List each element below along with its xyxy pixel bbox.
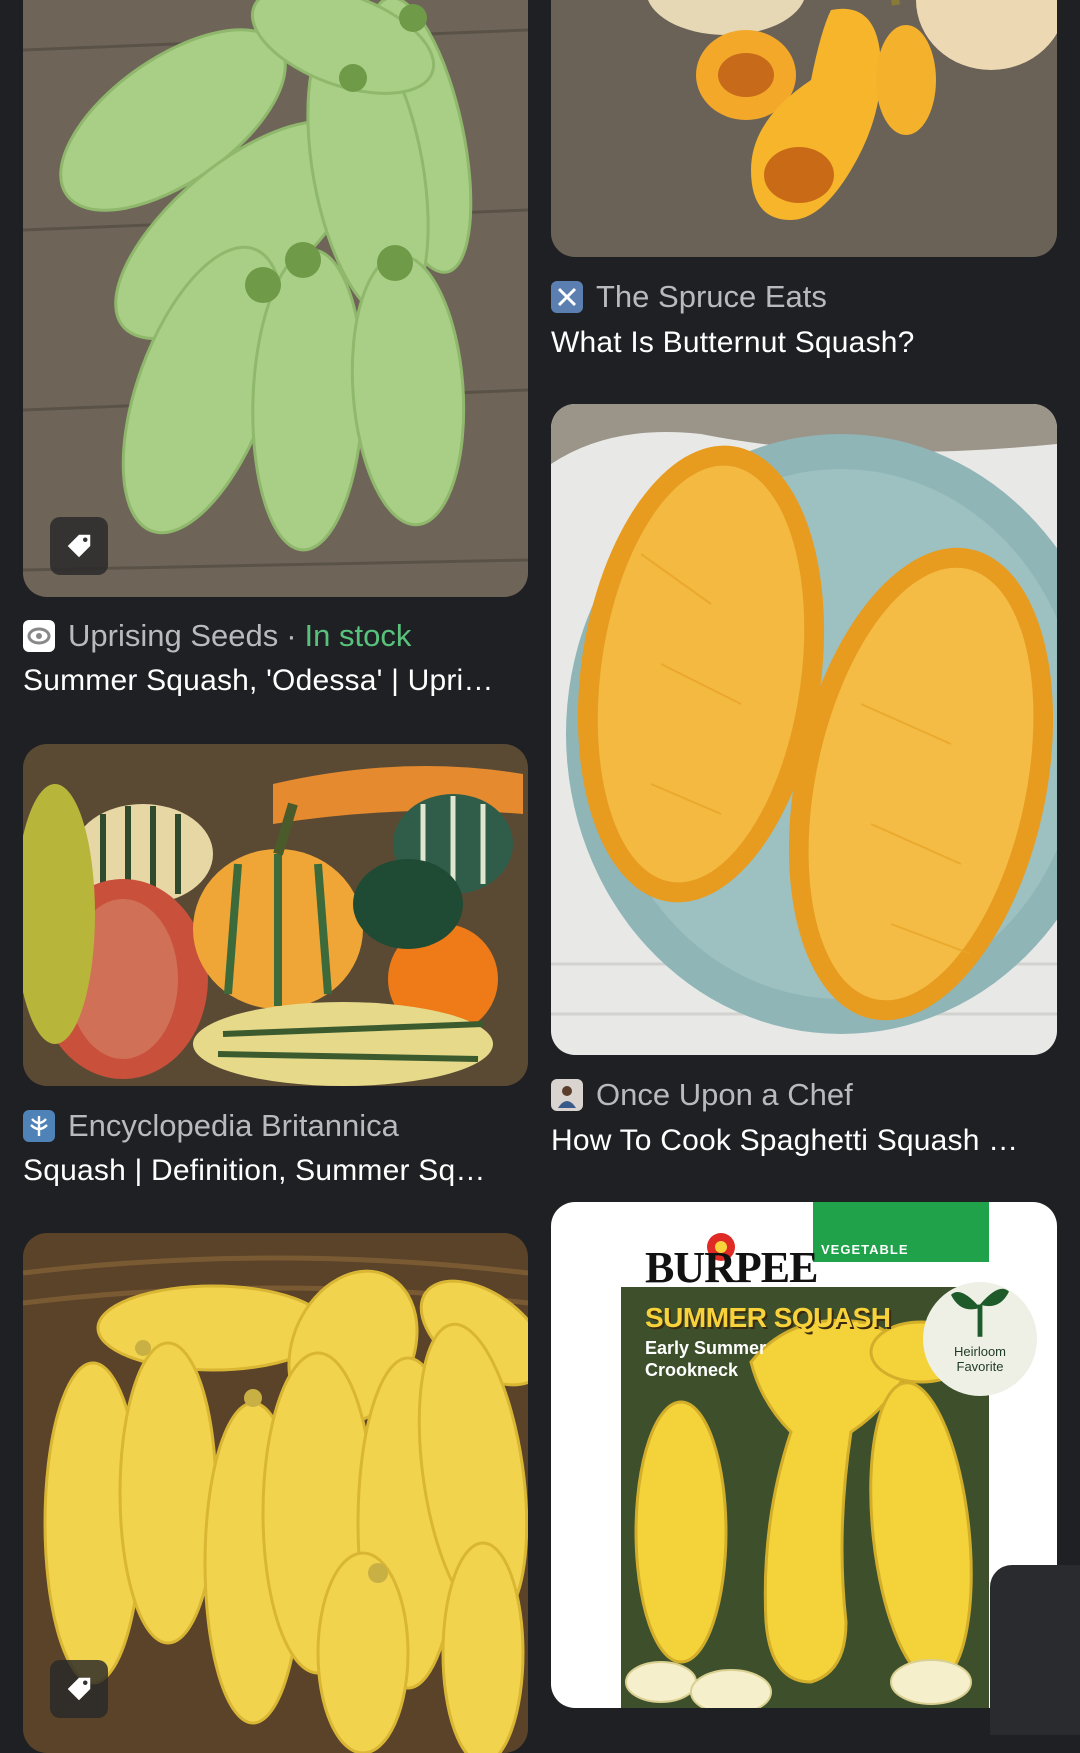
price-tag-icon — [67, 534, 91, 558]
result-image-britannica[interactable] — [23, 744, 528, 1086]
result-title-britannica[interactable]: Squash | Definition, Summer Sq… — [23, 1154, 528, 1188]
source-name: Encyclopedia Britannica — [68, 1108, 399, 1143]
brand-logo: BURPEE — [645, 1243, 818, 1292]
uprising-seeds-favicon — [23, 620, 55, 652]
separator-dot: · — [286, 618, 297, 653]
zucchini-image — [23, 0, 528, 597]
spruce-eats-favicon — [551, 281, 583, 313]
seed-packet: BURPEE VEGETABLE SUMMER SQUASH Early Sum… — [621, 1202, 1037, 1708]
source-name: Once Upon a Chef — [596, 1077, 853, 1112]
result-image-burpee[interactable]: BURPEE VEGETABLE SUMMER SQUASH Early Sum… — [551, 1202, 1057, 1708]
butternut-squash-image — [551, 0, 1057, 257]
result-source-britannica[interactable]: Encyclopedia Britannica — [23, 1108, 399, 1144]
britannica-favicon — [23, 1110, 55, 1142]
category-label: VEGETABLE — [821, 1242, 909, 1257]
heirloom-badge: Heirloom Favorite — [923, 1282, 1037, 1396]
result-image-butternut[interactable] — [551, 0, 1057, 257]
result-source-butternut[interactable]: The Spruce Eats — [551, 279, 827, 315]
variety-line-2: Crookneck — [645, 1360, 739, 1380]
spaghetti-squash-image — [551, 404, 1057, 1055]
squash-variety-image — [23, 744, 528, 1086]
source-name: The Spruce Eats — [596, 279, 827, 314]
variety-line-1: Early Summer — [645, 1338, 767, 1358]
result-source-spaghetti[interactable]: Once Upon a Chef — [551, 1077, 853, 1113]
badge-line-2: Favorite — [956, 1359, 1004, 1374]
once-upon-a-chef-favicon — [551, 1079, 583, 1111]
result-source-odessa[interactable]: Uprising Seeds · In stock — [23, 618, 411, 654]
shopping-tag-badge[interactable] — [50, 1660, 108, 1718]
price-tag-icon — [67, 1677, 91, 1701]
packet-name: SUMMER SQUASH — [645, 1302, 891, 1333]
result-title-odessa[interactable]: Summer Squash, 'Odessa' | Upri… — [23, 664, 528, 698]
in-stock-label: In stock — [304, 618, 412, 653]
badge-line-1: Heirloom — [953, 1344, 1006, 1359]
result-title-spaghetti[interactable]: How To Cook Spaghetti Squash … — [551, 1124, 1041, 1158]
source-name: Uprising Seeds — [68, 618, 279, 653]
result-image-spaghetti[interactable] — [551, 404, 1057, 1055]
sprout-icon — [951, 1288, 1009, 1337]
result-image-odessa[interactable] — [23, 0, 528, 597]
floating-panel-edge[interactable] — [990, 1565, 1080, 1735]
result-title-butternut[interactable]: What Is Butternut Squash? — [551, 326, 1057, 360]
shopping-tag-badge[interactable] — [50, 517, 108, 575]
